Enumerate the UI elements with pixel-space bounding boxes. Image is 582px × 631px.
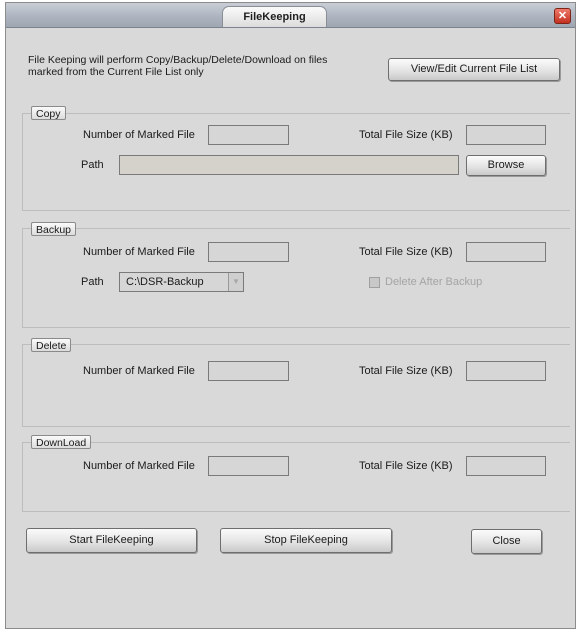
delete-legend: Delete (31, 338, 72, 352)
download-marked-label: Number of Marked File (83, 460, 195, 472)
download-marked-field (208, 456, 289, 476)
download-size-label: Total File Size (KB) (359, 460, 453, 472)
info-line-2: marked from the Current File List only (28, 66, 204, 78)
delete-panel (22, 344, 570, 427)
copy-size-field (466, 125, 546, 145)
download-size-field (466, 456, 546, 476)
copy-legend: Copy (31, 106, 66, 120)
info-text: File Keeping will perform Copy/Backup/De… (28, 54, 368, 78)
info-line-1: File Keeping will perform Copy/Backup/De… (28, 54, 328, 66)
view-edit-file-list-button[interactable]: View/Edit Current File List (388, 58, 560, 81)
backup-path-dropdown[interactable]: C:\DSR-Backup ▼ (119, 272, 244, 292)
delete-marked-field (208, 361, 289, 381)
delete-after-backup-label: Delete After Backup (385, 276, 483, 288)
delete-after-backup-checkbox[interactable] (369, 277, 380, 288)
copy-size-label: Total File Size (KB) (359, 129, 453, 141)
browse-button[interactable]: Browse (466, 155, 546, 176)
copy-path-label: Path (81, 159, 104, 171)
delete-size-label: Total File Size (KB) (359, 365, 453, 377)
close-icon[interactable]: ✕ (554, 8, 571, 24)
start-filekeeping-button[interactable]: Start FileKeeping (26, 528, 197, 553)
backup-marked-label: Number of Marked File (83, 246, 195, 258)
delete-size-field (466, 361, 546, 381)
window-title: FileKeeping (222, 6, 327, 27)
download-panel (22, 442, 570, 512)
title-bar: FileKeeping ✕ (6, 3, 575, 28)
copy-path-input[interactable] (119, 155, 459, 175)
chevron-down-icon[interactable]: ▼ (228, 273, 243, 291)
delete-marked-label: Number of Marked File (83, 365, 195, 377)
backup-size-label: Total File Size (KB) (359, 246, 453, 258)
backup-path-value: C:\DSR-Backup (126, 276, 204, 288)
backup-size-field (466, 242, 546, 262)
download-legend: DownLoad (31, 435, 92, 449)
backup-marked-field (208, 242, 289, 262)
backup-legend: Backup (31, 222, 77, 236)
copy-marked-field (208, 125, 289, 145)
stop-filekeeping-button[interactable]: Stop FileKeeping (220, 528, 392, 553)
backup-path-label: Path (81, 276, 104, 288)
copy-marked-label: Number of Marked File (83, 129, 195, 141)
close-button[interactable]: Close (471, 529, 542, 554)
